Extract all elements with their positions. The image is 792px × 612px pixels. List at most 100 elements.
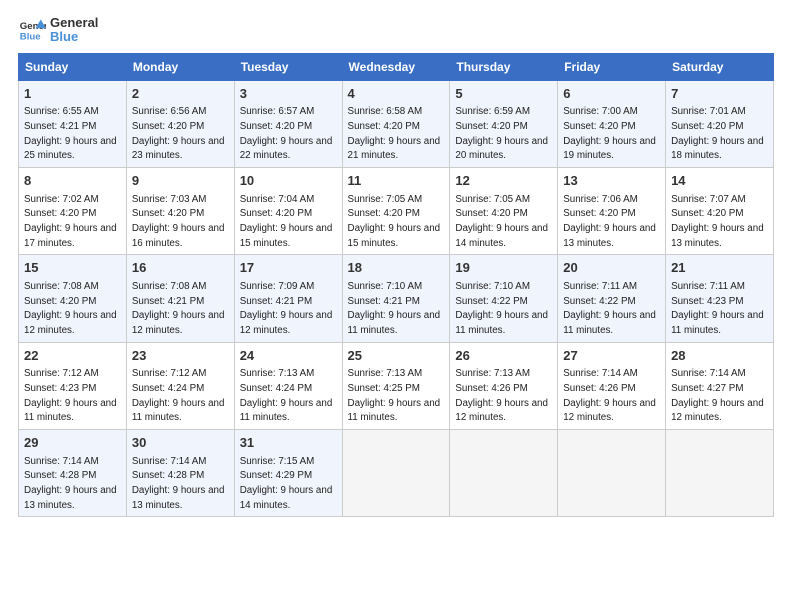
day-number: 29 bbox=[24, 434, 121, 452]
day-detail: Sunrise: 6:59 AMSunset: 4:20 PMDaylight:… bbox=[455, 106, 548, 161]
day-cell: 10 Sunrise: 7:04 AMSunset: 4:20 PMDaylig… bbox=[234, 167, 342, 254]
week-row-2: 8 Sunrise: 7:02 AMSunset: 4:20 PMDayligh… bbox=[19, 167, 774, 254]
day-cell: 24 Sunrise: 7:13 AMSunset: 4:24 PMDaylig… bbox=[234, 342, 342, 429]
day-number: 5 bbox=[455, 85, 552, 103]
day-number: 23 bbox=[132, 347, 229, 365]
day-cell: 16 Sunrise: 7:08 AMSunset: 4:21 PMDaylig… bbox=[126, 255, 234, 342]
day-detail: Sunrise: 7:12 AMSunset: 4:24 PMDaylight:… bbox=[132, 368, 225, 423]
logo-icon: General Blue bbox=[18, 16, 46, 44]
day-cell: 6 Sunrise: 7:00 AMSunset: 4:20 PMDayligh… bbox=[558, 80, 666, 167]
logo-general: General bbox=[50, 16, 98, 30]
day-cell: 27 Sunrise: 7:14 AMSunset: 4:26 PMDaylig… bbox=[558, 342, 666, 429]
week-row-1: 1 Sunrise: 6:55 AMSunset: 4:21 PMDayligh… bbox=[19, 80, 774, 167]
header: General Blue General Blue bbox=[18, 16, 774, 45]
day-detail: Sunrise: 7:09 AMSunset: 4:21 PMDaylight:… bbox=[240, 281, 333, 336]
col-header-friday: Friday bbox=[558, 53, 666, 80]
day-number: 16 bbox=[132, 259, 229, 277]
day-cell: 4 Sunrise: 6:58 AMSunset: 4:20 PMDayligh… bbox=[342, 80, 450, 167]
day-detail: Sunrise: 7:01 AMSunset: 4:20 PMDaylight:… bbox=[671, 106, 764, 161]
day-detail: Sunrise: 6:55 AMSunset: 4:21 PMDaylight:… bbox=[24, 106, 117, 161]
week-row-5: 29 Sunrise: 7:14 AMSunset: 4:28 PMDaylig… bbox=[19, 430, 774, 517]
col-header-tuesday: Tuesday bbox=[234, 53, 342, 80]
day-detail: Sunrise: 7:05 AMSunset: 4:20 PMDaylight:… bbox=[348, 194, 441, 249]
day-cell: 1 Sunrise: 6:55 AMSunset: 4:21 PMDayligh… bbox=[19, 80, 127, 167]
day-cell: 18 Sunrise: 7:10 AMSunset: 4:21 PMDaylig… bbox=[342, 255, 450, 342]
day-cell bbox=[450, 430, 558, 517]
day-cell: 29 Sunrise: 7:14 AMSunset: 4:28 PMDaylig… bbox=[19, 430, 127, 517]
day-number: 7 bbox=[671, 85, 768, 103]
day-number: 10 bbox=[240, 172, 337, 190]
day-number: 27 bbox=[563, 347, 660, 365]
day-number: 3 bbox=[240, 85, 337, 103]
day-cell bbox=[342, 430, 450, 517]
day-cell: 19 Sunrise: 7:10 AMSunset: 4:22 PMDaylig… bbox=[450, 255, 558, 342]
col-header-monday: Monday bbox=[126, 53, 234, 80]
day-cell: 31 Sunrise: 7:15 AMSunset: 4:29 PMDaylig… bbox=[234, 430, 342, 517]
day-number: 20 bbox=[563, 259, 660, 277]
day-detail: Sunrise: 7:14 AMSunset: 4:26 PMDaylight:… bbox=[563, 368, 656, 423]
day-cell: 8 Sunrise: 7:02 AMSunset: 4:20 PMDayligh… bbox=[19, 167, 127, 254]
day-cell bbox=[666, 430, 774, 517]
day-number: 17 bbox=[240, 259, 337, 277]
day-number: 15 bbox=[24, 259, 121, 277]
day-cell: 21 Sunrise: 7:11 AMSunset: 4:23 PMDaylig… bbox=[666, 255, 774, 342]
day-cell: 20 Sunrise: 7:11 AMSunset: 4:22 PMDaylig… bbox=[558, 255, 666, 342]
day-detail: Sunrise: 7:14 AMSunset: 4:27 PMDaylight:… bbox=[671, 368, 764, 423]
day-cell: 14 Sunrise: 7:07 AMSunset: 4:20 PMDaylig… bbox=[666, 167, 774, 254]
day-number: 22 bbox=[24, 347, 121, 365]
day-cell: 23 Sunrise: 7:12 AMSunset: 4:24 PMDaylig… bbox=[126, 342, 234, 429]
day-detail: Sunrise: 7:15 AMSunset: 4:29 PMDaylight:… bbox=[240, 456, 333, 511]
day-cell: 22 Sunrise: 7:12 AMSunset: 4:23 PMDaylig… bbox=[19, 342, 127, 429]
week-row-3: 15 Sunrise: 7:08 AMSunset: 4:20 PMDaylig… bbox=[19, 255, 774, 342]
day-cell bbox=[558, 430, 666, 517]
col-header-saturday: Saturday bbox=[666, 53, 774, 80]
svg-text:Blue: Blue bbox=[20, 32, 41, 43]
day-detail: Sunrise: 7:14 AMSunset: 4:28 PMDaylight:… bbox=[24, 456, 117, 511]
day-detail: Sunrise: 7:13 AMSunset: 4:26 PMDaylight:… bbox=[455, 368, 548, 423]
day-detail: Sunrise: 7:07 AMSunset: 4:20 PMDaylight:… bbox=[671, 194, 764, 249]
day-detail: Sunrise: 7:08 AMSunset: 4:21 PMDaylight:… bbox=[132, 281, 225, 336]
day-header-row: SundayMondayTuesdayWednesdayThursdayFrid… bbox=[19, 53, 774, 80]
day-number: 25 bbox=[348, 347, 445, 365]
day-detail: Sunrise: 7:05 AMSunset: 4:20 PMDaylight:… bbox=[455, 194, 548, 249]
day-cell: 12 Sunrise: 7:05 AMSunset: 4:20 PMDaylig… bbox=[450, 167, 558, 254]
day-number: 28 bbox=[671, 347, 768, 365]
day-number: 4 bbox=[348, 85, 445, 103]
day-number: 9 bbox=[132, 172, 229, 190]
week-row-4: 22 Sunrise: 7:12 AMSunset: 4:23 PMDaylig… bbox=[19, 342, 774, 429]
day-number: 12 bbox=[455, 172, 552, 190]
col-header-thursday: Thursday bbox=[450, 53, 558, 80]
calendar-table: SundayMondayTuesdayWednesdayThursdayFrid… bbox=[18, 53, 774, 518]
day-detail: Sunrise: 6:58 AMSunset: 4:20 PMDaylight:… bbox=[348, 106, 441, 161]
day-cell: 5 Sunrise: 6:59 AMSunset: 4:20 PMDayligh… bbox=[450, 80, 558, 167]
day-detail: Sunrise: 7:13 AMSunset: 4:24 PMDaylight:… bbox=[240, 368, 333, 423]
logo-blue: Blue bbox=[50, 30, 98, 44]
day-number: 14 bbox=[671, 172, 768, 190]
day-cell: 7 Sunrise: 7:01 AMSunset: 4:20 PMDayligh… bbox=[666, 80, 774, 167]
day-number: 11 bbox=[348, 172, 445, 190]
day-number: 26 bbox=[455, 347, 552, 365]
day-detail: Sunrise: 7:06 AMSunset: 4:20 PMDaylight:… bbox=[563, 194, 656, 249]
day-detail: Sunrise: 7:11 AMSunset: 4:23 PMDaylight:… bbox=[671, 281, 764, 336]
day-cell: 28 Sunrise: 7:14 AMSunset: 4:27 PMDaylig… bbox=[666, 342, 774, 429]
day-cell: 26 Sunrise: 7:13 AMSunset: 4:26 PMDaylig… bbox=[450, 342, 558, 429]
day-number: 6 bbox=[563, 85, 660, 103]
calendar-page: General Blue General Blue SundayMondayTu… bbox=[0, 0, 792, 527]
day-detail: Sunrise: 6:56 AMSunset: 4:20 PMDaylight:… bbox=[132, 106, 225, 161]
col-header-sunday: Sunday bbox=[19, 53, 127, 80]
day-number: 30 bbox=[132, 434, 229, 452]
day-number: 19 bbox=[455, 259, 552, 277]
day-cell: 13 Sunrise: 7:06 AMSunset: 4:20 PMDaylig… bbox=[558, 167, 666, 254]
day-cell: 30 Sunrise: 7:14 AMSunset: 4:28 PMDaylig… bbox=[126, 430, 234, 517]
day-number: 24 bbox=[240, 347, 337, 365]
day-number: 31 bbox=[240, 434, 337, 452]
logo: General Blue General Blue bbox=[18, 16, 98, 45]
day-cell: 3 Sunrise: 6:57 AMSunset: 4:20 PMDayligh… bbox=[234, 80, 342, 167]
day-detail: Sunrise: 7:14 AMSunset: 4:28 PMDaylight:… bbox=[132, 456, 225, 511]
day-detail: Sunrise: 7:00 AMSunset: 4:20 PMDaylight:… bbox=[563, 106, 656, 161]
day-cell: 9 Sunrise: 7:03 AMSunset: 4:20 PMDayligh… bbox=[126, 167, 234, 254]
day-number: 21 bbox=[671, 259, 768, 277]
day-number: 8 bbox=[24, 172, 121, 190]
day-number: 13 bbox=[563, 172, 660, 190]
day-cell: 2 Sunrise: 6:56 AMSunset: 4:20 PMDayligh… bbox=[126, 80, 234, 167]
